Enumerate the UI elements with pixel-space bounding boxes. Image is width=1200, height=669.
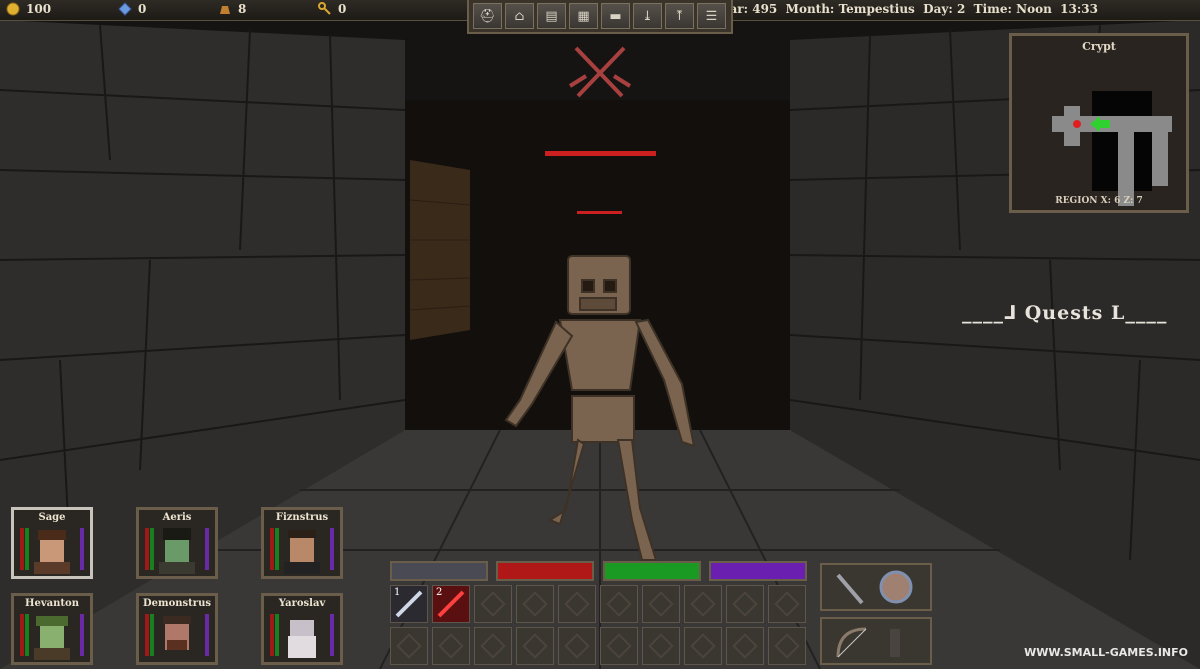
enemy-health-bar-front xyxy=(545,151,656,156)
party-member-name: Hevanton xyxy=(25,598,79,609)
skill-number: 1 xyxy=(394,587,401,598)
home-icon: ⌂ xyxy=(514,8,525,24)
portrait-yaroslav xyxy=(288,620,316,658)
stat-bar-health xyxy=(496,561,594,581)
quests-right-deco: Ⅼ____ xyxy=(1110,302,1168,324)
inventory-slot-3[interactable] xyxy=(474,627,512,665)
stat-bar-stamina xyxy=(603,561,701,581)
quests-label: Quests xyxy=(1024,302,1104,324)
party-member-yaroslav[interactable]: Yaroslav xyxy=(261,593,343,665)
skill-slot-1[interactable]: 1 xyxy=(390,585,428,623)
inventory-slot-2[interactable] xyxy=(432,627,470,665)
settings-button[interactable]: ☰ xyxy=(697,3,726,29)
portrait-aeris xyxy=(159,528,195,574)
upload-icon: ⤒ xyxy=(674,8,685,24)
skill-number: 2 xyxy=(436,587,443,598)
bag-count: 8 xyxy=(238,2,247,16)
date-time-display: Year: 495 Month: Tempestius Day: 2 Time:… xyxy=(714,2,1098,16)
slash-icon xyxy=(391,590,427,626)
hotbar-slot-6[interactable] xyxy=(600,585,638,623)
quests-toggle[interactable]: ____⅃ Quests Ⅼ____ xyxy=(962,302,1167,324)
inventory-slot-4[interactable] xyxy=(516,627,554,665)
party-member-name: Sage xyxy=(38,512,66,523)
party-member-name: Yaroslav xyxy=(278,598,326,609)
party-member-name: Fiznstrus xyxy=(275,512,329,523)
bow-icon[interactable] xyxy=(832,623,868,663)
inventory-slot-8[interactable] xyxy=(684,627,722,665)
inventory-slot-5[interactable] xyxy=(558,627,596,665)
party-member-name: Aeris xyxy=(162,512,192,523)
journal-icon: ▤ xyxy=(545,8,558,24)
sword-icon[interactable] xyxy=(832,569,868,609)
quiver-icon[interactable] xyxy=(878,623,914,663)
party-member-fiznstrus[interactable]: Fiznstrus xyxy=(261,507,343,579)
round-shield-icon[interactable] xyxy=(878,569,914,609)
inventory-slot-1[interactable] xyxy=(390,627,428,665)
gold-count: 100 xyxy=(26,2,52,16)
hotbar-slot-8[interactable] xyxy=(684,585,722,623)
day-value: 2 xyxy=(956,2,966,16)
map-button[interactable]: ▦ xyxy=(569,3,598,29)
character-button[interactable]: ⛑ xyxy=(473,3,502,29)
time-value: Noon xyxy=(1016,2,1052,16)
enemy-health-bar-back xyxy=(577,211,622,214)
portrait-fiznstrus xyxy=(284,530,320,574)
inventory-slot-7[interactable] xyxy=(642,627,680,665)
main-toolbar: ⛑ ⌂ ▤ ▦ ▬ ⤓ ⤒ ☰ xyxy=(467,0,733,34)
party-member-aeris[interactable]: Aeris xyxy=(136,507,218,579)
save-button[interactable]: ⤒ xyxy=(665,3,694,29)
key-count: 0 xyxy=(338,2,347,16)
crafting-button[interactable]: ▬ xyxy=(601,3,630,29)
equipment-panel-top xyxy=(820,563,932,611)
year-value: 495 xyxy=(752,2,778,16)
portrait-sage xyxy=(34,530,70,574)
minimap[interactable]: Crypt REGION X: 6 Z: 7 xyxy=(1009,33,1189,213)
watermark: WWW.SMALL-GAMES.INFO xyxy=(1024,646,1188,659)
stat-bar-1 xyxy=(390,561,488,581)
stat-bar-mana xyxy=(709,561,807,581)
hotbar-slot-4[interactable] xyxy=(516,585,554,623)
portrait-hevanton xyxy=(34,616,70,660)
key-icon xyxy=(318,2,332,16)
party-member-hevanton[interactable]: Hevanton xyxy=(11,593,93,665)
party-member-sage[interactable]: Sage xyxy=(11,507,93,579)
gem-count: 0 xyxy=(138,2,147,16)
inventory-slot-9[interactable] xyxy=(726,627,764,665)
settings-icon: ☰ xyxy=(705,8,718,24)
gem-icon xyxy=(118,2,132,16)
month-value: Tempestius xyxy=(838,2,915,16)
inventory-slot-6[interactable] xyxy=(600,627,638,665)
skill-slot-2[interactable]: 2 xyxy=(432,585,470,623)
clock-value: 13:33 xyxy=(1060,2,1098,16)
helmet-icon: ⛑ xyxy=(479,8,496,24)
party-member-demonstrus[interactable]: Demonstrus xyxy=(136,593,218,665)
party-member-name: Demonstrus xyxy=(143,598,211,609)
hotbar-slot-5[interactable] xyxy=(558,585,596,623)
minimap-region: REGION X: 6 Z: 7 xyxy=(1055,196,1143,206)
hotbar-slot-3[interactable] xyxy=(474,585,512,623)
inventory-slot-10[interactable] xyxy=(768,627,806,665)
map-icon: ▦ xyxy=(577,8,590,24)
equipment-panel-bottom xyxy=(820,617,932,665)
gold-coin-icon xyxy=(6,2,20,16)
hotbar-slot-10[interactable] xyxy=(768,585,806,623)
anvil-icon: ▬ xyxy=(609,8,622,24)
money-bag-icon xyxy=(218,2,232,16)
portrait-demonstrus xyxy=(163,616,191,650)
hotbar-slot-7[interactable] xyxy=(642,585,680,623)
hotbar-slot-9[interactable] xyxy=(726,585,764,623)
fire-slash-icon xyxy=(433,590,469,626)
journal-button[interactable]: ▤ xyxy=(537,3,566,29)
minimap-grid xyxy=(1052,91,1172,206)
home-button[interactable]: ⌂ xyxy=(505,3,534,29)
load-button[interactable]: ⤓ xyxy=(633,3,662,29)
quests-left-deco: ____⅃ xyxy=(962,302,1018,324)
download-icon: ⤓ xyxy=(642,8,653,24)
